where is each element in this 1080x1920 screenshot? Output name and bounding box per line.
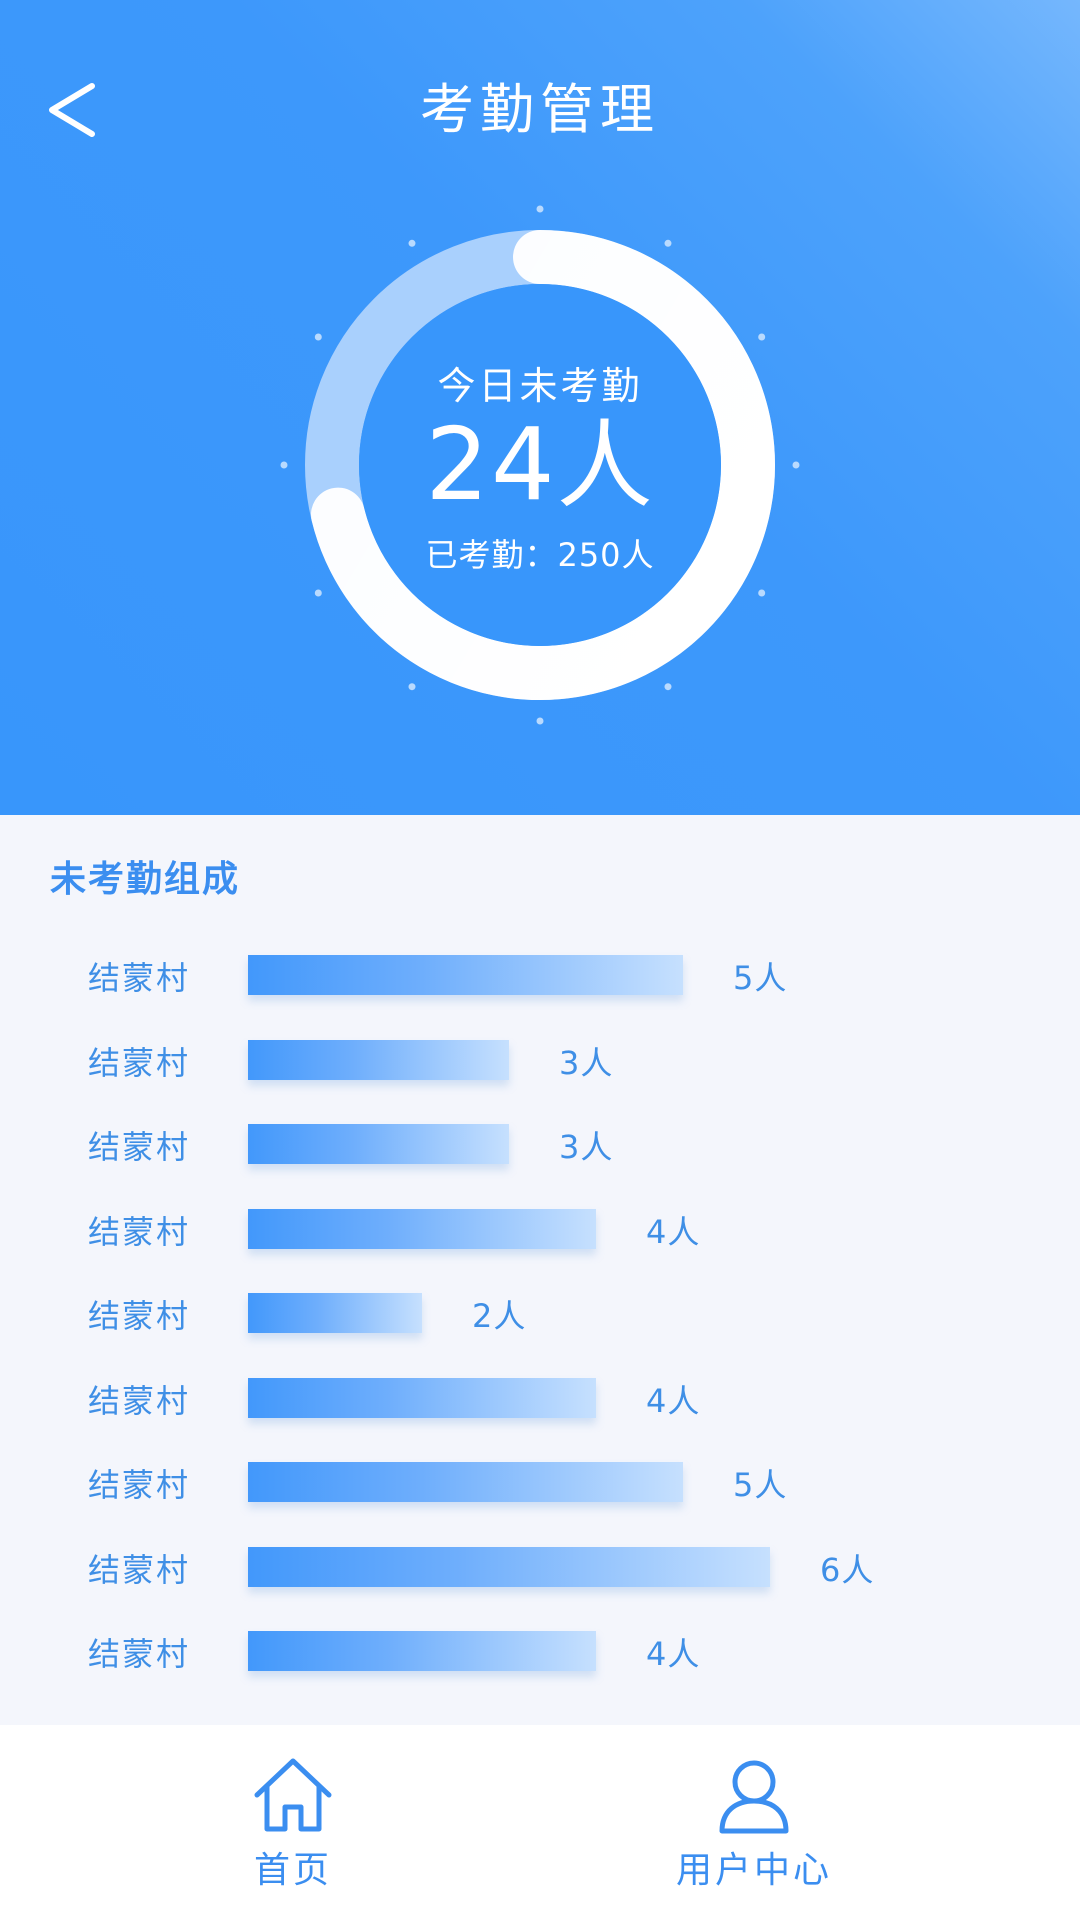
absent-breakdown: 未考勤组成 结蒙村 5人 结蒙村 3人 结蒙村 3人 结蒙村 4人 结蒙村 2人 结蒙村 4人 结蒙村 5…: [0, 815, 1080, 1725]
chart-row-label: 结蒙村: [88, 1043, 191, 1082]
absent-count-unit: 人: [556, 410, 655, 522]
chart-value-label: 3人: [559, 1128, 614, 1166]
chart-bar: [248, 1039, 509, 1080]
chart-row: 结蒙村 6人: [0, 1527, 1080, 1611]
ring-dot: [758, 333, 766, 341]
nav-home[interactable]: 首页: [143, 1755, 443, 1905]
chart-value-label: 4人: [646, 1635, 701, 1673]
chart-row-label: 结蒙村: [88, 1381, 191, 1420]
chart-bar: [248, 1546, 770, 1587]
header: 考勤管理 今日未考勤 24人 已考勤：250人: [0, 0, 1080, 815]
ring-dot: [314, 333, 322, 341]
chart-bar: [248, 1293, 422, 1333]
chart-bar: [248, 1462, 683, 1502]
ring-dot: [408, 239, 416, 247]
section-title: 未考勤组成: [50, 859, 241, 900]
nav-user-center[interactable]: 用户中心: [604, 1755, 904, 1905]
chart-row: 结蒙村 4人: [0, 1358, 1080, 1442]
ring-dot: [758, 589, 766, 597]
chart-row: 结蒙村 5人: [0, 1442, 1080, 1526]
ring-dot: [408, 683, 416, 691]
chart-row: 结蒙村 4人: [0, 1611, 1080, 1695]
ring-dot: [314, 589, 322, 597]
chart-bar: [248, 1208, 596, 1249]
chart-value-label: 2人: [472, 1297, 527, 1335]
chart-bar: [248, 1631, 596, 1671]
chart-row: 结蒙村 2人: [0, 1273, 1080, 1357]
ring-dot: [536, 205, 544, 213]
chart-bar: [248, 1377, 596, 1418]
chart-row-label: 结蒙村: [88, 1128, 191, 1166]
ring-dot: [536, 717, 544, 725]
attendance-screen: 考勤管理 今日未考勤 24人 已考勤：250人 未考勤组成 结蒙村 5人 结蒙村 3人: [0, 0, 1080, 1920]
page-title: 考勤管理: [420, 78, 660, 141]
absent-label: 今日未考勤: [437, 364, 643, 408]
bottom-nav: 首页 用户中心: [0, 1725, 1080, 1920]
chart-row-label: 结蒙村: [88, 1635, 191, 1673]
attendance-ring: 今日未考勤 24人 已考勤：250人: [270, 195, 810, 735]
chart-row: 结蒙村 3人: [0, 1104, 1080, 1188]
chart-row-label: 结蒙村: [88, 959, 191, 997]
chart-row: 结蒙村 4人: [0, 1189, 1080, 1273]
present-count: 已考勤：250人: [425, 536, 655, 574]
chart-row: 结蒙村 5人: [0, 935, 1080, 1019]
chart-value-label: 5人: [733, 1466, 788, 1504]
chart-row-label: 结蒙村: [88, 1297, 191, 1335]
absent-count: 24人: [270, 410, 810, 522]
chart-row-label: 结蒙村: [88, 1466, 191, 1504]
nav-user-center-label: 用户中心: [675, 1850, 832, 1891]
ring-dot: [664, 683, 672, 691]
chart-row-label: 结蒙村: [88, 1212, 191, 1251]
chart-value-label: 4人: [646, 1381, 701, 1420]
chart-bar: [248, 955, 683, 995]
nav-home-label: 首页: [253, 1850, 332, 1891]
ring-dot: [664, 239, 672, 247]
user-icon: [719, 1760, 789, 1834]
chart-row: 结蒙村 3人: [0, 1020, 1080, 1104]
chart-value-label: 5人: [733, 959, 788, 997]
absent-count-number: 24: [425, 406, 557, 523]
chart-value-label: 4人: [646, 1212, 701, 1251]
chart-row-label: 结蒙村: [88, 1550, 191, 1589]
chart-value-label: 6人: [820, 1550, 875, 1589]
home-icon: [254, 1758, 332, 1832]
chart-value-label: 3人: [559, 1043, 614, 1082]
chart-bar: [248, 1124, 509, 1164]
